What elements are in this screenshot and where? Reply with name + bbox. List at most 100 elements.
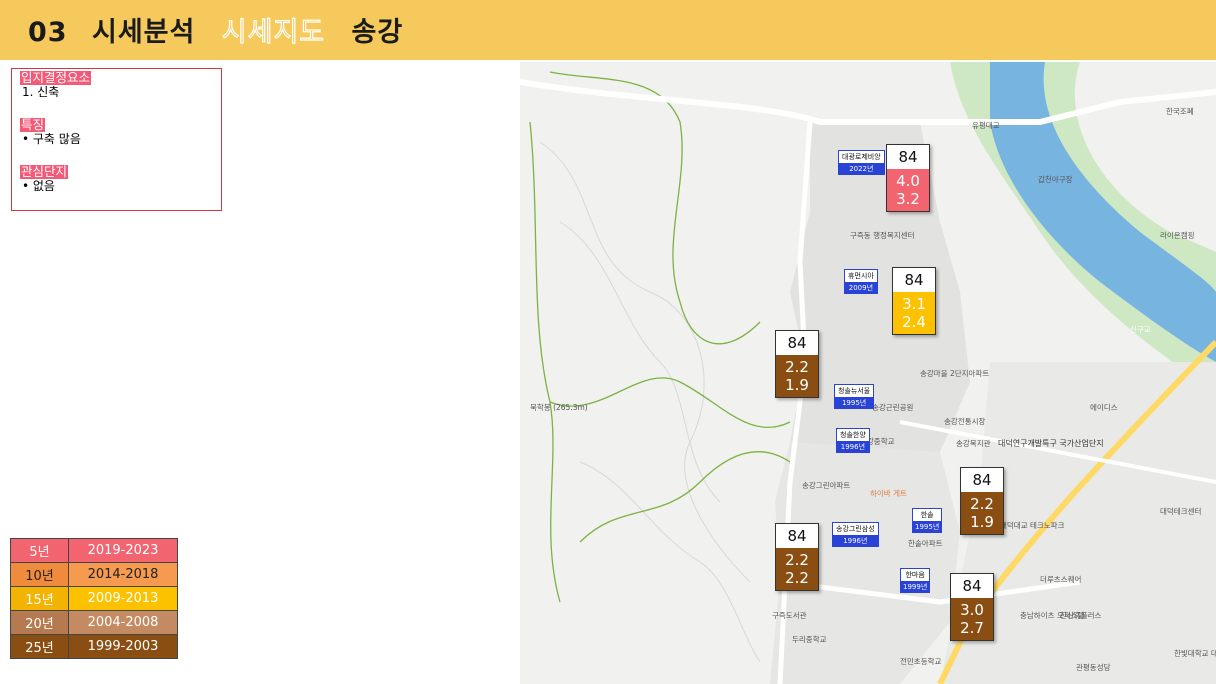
price-value-2: 1.9: [970, 513, 994, 531]
age-legend: 5년 2019-2023 10년 2014-2018 15년 2009-2013…: [10, 538, 178, 659]
price-value-1: 3.1: [902, 295, 926, 313]
legend-age: 25년: [10, 634, 69, 659]
price-box[interactable]: 84 4.0 3.2: [886, 144, 930, 212]
map-label: 더루츠스퀘어: [1040, 575, 1082, 584]
price-value-1: 2.2: [785, 358, 809, 376]
legend-row: 25년 1999-2003: [10, 634, 178, 659]
legend-years: 1999-2003: [68, 634, 178, 659]
complex-year: 1996년: [836, 441, 870, 453]
complex-name: 한솔: [912, 508, 943, 521]
map-label: 송강그린아파트: [802, 481, 851, 490]
legend-age: 15년: [10, 586, 69, 611]
complex-name: 한마음: [900, 568, 931, 581]
price-value-2: 2.2: [785, 569, 809, 587]
legend-years: 2019-2023: [68, 538, 178, 563]
complex-year: 2022년: [838, 163, 885, 175]
map-label: 에이디스: [1090, 403, 1118, 412]
title-number: 03: [28, 17, 68, 48]
price-value-1: 2.2: [970, 495, 994, 513]
complex-pin[interactable]: 송강그린삼성 1996년: [832, 522, 879, 547]
map-label: 대덕연구개발특구 국가산업단지: [998, 439, 1104, 448]
price-box[interactable]: 84 2.2 2.2: [775, 523, 819, 591]
legend-age: 10년: [10, 562, 69, 587]
map-label: 한솔아파트: [908, 539, 943, 548]
price-box-values: 3.0 2.7: [951, 598, 993, 640]
complex-pin[interactable]: 한마음 1999년: [900, 568, 931, 593]
map-label: 송강근린공원: [872, 403, 914, 412]
legend-years: 2014-2018: [68, 562, 178, 587]
map-label: 송강마을 2단지아파트: [920, 369, 990, 378]
price-box-values: 3.1 2.4: [893, 292, 935, 334]
complex-name: 청솔한양: [836, 428, 870, 441]
complex-name: 휴먼시아: [844, 269, 878, 282]
complex-name: 청솔뉴서울: [834, 384, 875, 397]
complex-year: 1995년: [912, 521, 943, 533]
complex-year: 1999년: [900, 581, 931, 593]
header-bar: 03 시세분석 시세지도 송강: [0, 0, 1216, 60]
map-label: 관평동성당: [1076, 663, 1111, 672]
map-label: 북학봉 (265.3m): [530, 403, 588, 412]
map-label: 한빛대학교 대덕중앙: [1174, 649, 1216, 658]
location-factor-item: 1. 신축: [22, 85, 60, 99]
complex-name: 송강그린삼성: [832, 522, 879, 535]
map-label: 전민초등학교: [900, 657, 942, 666]
price-box-size: 84: [961, 468, 1003, 492]
price-value-1: 4.0: [896, 172, 920, 190]
legend-years: 2009-2013: [68, 586, 178, 611]
legend-age: 5년: [10, 538, 69, 563]
map-label: 하이바 게트: [870, 489, 907, 498]
section-title-interest: 관심단지: [20, 164, 69, 179]
map-label: 한국조폐: [1166, 107, 1194, 116]
section-title-location-factors: 입지결정요소: [20, 70, 92, 85]
price-box[interactable]: 84 3.0 2.7: [950, 573, 994, 641]
legend-row: 15년 2009-2013: [10, 586, 178, 611]
price-box[interactable]: 84 2.2 1.9: [960, 467, 1004, 535]
price-value-2: 3.2: [896, 190, 920, 208]
title-part-3: 송강: [351, 17, 404, 48]
map-label: 유평대교: [972, 121, 1000, 130]
legend-row: 20년 2004-2008: [10, 610, 178, 635]
complex-year: 1995년: [834, 397, 875, 409]
legend-row: 10년 2014-2018: [10, 562, 178, 587]
legend-row: 5년 2019-2023: [10, 538, 178, 563]
price-value-2: 2.7: [960, 619, 984, 637]
complex-pin[interactable]: 청솔한양 1996년: [836, 428, 870, 453]
title-part-1: 시세분석: [91, 17, 196, 48]
map-label: 송강복지관: [956, 439, 991, 448]
interest-item: • 없음: [22, 179, 55, 193]
map-label: 라이온캠핑: [1160, 231, 1195, 240]
map-view[interactable]: 유평대교 갑천야구장 라이온캠핑 한국조폐 구즉동 행정복지센터 송강마을 2단…: [520, 62, 1216, 684]
info-panel: 입지결정요소 1. 신축 특징 • 구축 많음 관심단지 • 없음: [11, 68, 222, 211]
map-label: 구즉도서관: [772, 611, 807, 620]
complex-pin[interactable]: 청솔뉴서울 1995년: [834, 384, 875, 409]
price-box-size: 84: [776, 524, 818, 548]
map-label: 두리중학교: [792, 635, 827, 644]
map-label: 한신휴플러스: [1060, 611, 1102, 620]
price-value-1: 2.2: [785, 551, 809, 569]
price-box-size: 84: [887, 145, 929, 169]
price-box[interactable]: 84 2.2 1.9: [775, 330, 819, 398]
price-value-2: 1.9: [785, 376, 809, 394]
legend-age: 20년: [10, 610, 69, 635]
price-box[interactable]: 84 3.1 2.4: [892, 267, 936, 335]
complex-pin[interactable]: 대광로제비앙 2022년: [838, 150, 885, 175]
section-title-features: 특징: [20, 117, 46, 132]
price-box-size: 84: [776, 331, 818, 355]
complex-year: 2009년: [844, 282, 878, 294]
price-box-values: 2.2 2.2: [776, 548, 818, 590]
price-box-values: 4.0 3.2: [887, 169, 929, 211]
price-box-values: 2.2 1.9: [961, 492, 1003, 534]
map-label: 신구교: [1130, 325, 1151, 334]
complex-year: 1996년: [832, 535, 879, 547]
price-value-1: 3.0: [960, 601, 984, 619]
map-label: 대덕대교 테크노파크: [1000, 521, 1065, 530]
map-label: 대덕테크센터: [1160, 507, 1202, 516]
complex-pin[interactable]: 휴먼시아 2009년: [844, 269, 878, 294]
page-title: 03 시세분석 시세지도 송강: [28, 10, 403, 49]
price-box-size: 84: [951, 574, 993, 598]
complex-pin[interactable]: 한솔 1995년: [912, 508, 943, 533]
map-label: 갑천야구장: [1038, 175, 1073, 184]
title-part-2: 시세지도: [221, 16, 326, 48]
price-box-size: 84: [893, 268, 935, 292]
feature-item: • 구축 많음: [22, 132, 81, 146]
